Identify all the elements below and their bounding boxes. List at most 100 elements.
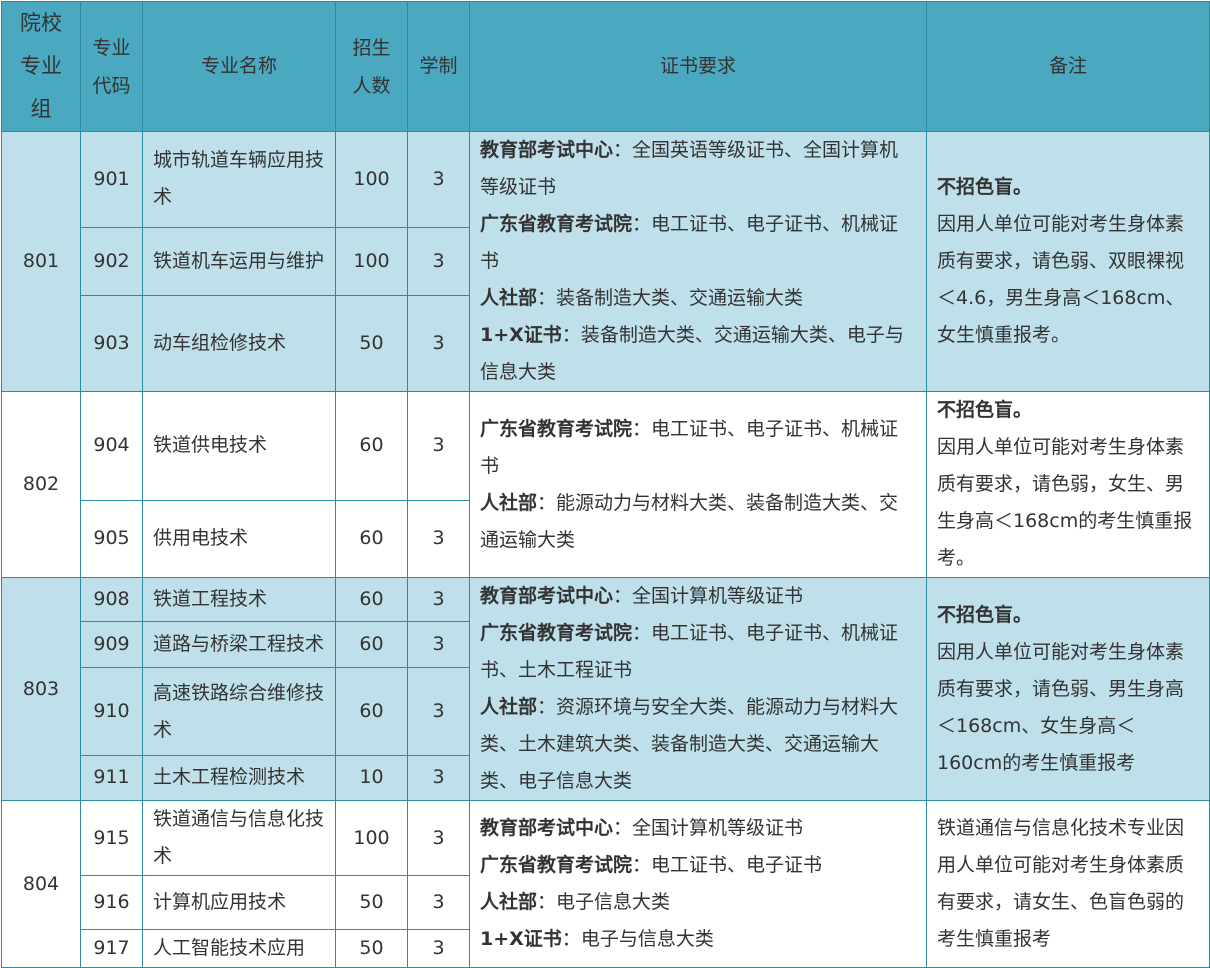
cert-line: 广东省教育考试院：电工证书、电子证书、机械证书 (480, 206, 916, 280)
years-cell: 3 (407, 576, 470, 623)
quota-cell: 60 (335, 576, 408, 623)
cert-org: 广东省教育考试院 (480, 622, 633, 644)
note-cell: 不招色盲。因用人单位可能对考生身体素质有要求，请色弱，女生、男生身高＜168cm… (926, 391, 1210, 578)
quota-cell: 10 (335, 754, 408, 802)
note-text: 铁道通信与信息化技术专业因用人单位可能对考生身体素质有要求，请女生、色盲色弱的考… (937, 817, 1185, 950)
cert-sep: ： (632, 417, 652, 440)
cert-sep: ： (561, 928, 581, 950)
code-cell: 901 (80, 131, 143, 228)
cert-org: 广东省教育考试院 (480, 417, 633, 440)
note-cell: 不招色盲。因用人单位可能对考生身体素质有要求，请色弱、双眼裸视＜4.6，男生身高… (926, 131, 1210, 392)
name-cell: 计算机应用技术 (142, 875, 336, 930)
table-body: 801 901 城市轨道车辆应用技术 100 3 教育部考试中心：全国英语等级证书、全国计… (1, 131, 1210, 968)
code-cell: 911 (80, 754, 143, 802)
cert-line: 人社部：能源动力与材料大类、装备制造大类、交通运输大类 (480, 485, 916, 559)
note-text: 因用人单位可能对考生身体素质有要求，请色弱、男生身高＜168cm、女生身高＜16… (937, 640, 1185, 774)
header-note: 备注 (926, 1, 1210, 132)
cert-sep: ： (561, 324, 581, 346)
cert-line: 1+X证书：电子与信息大类 (480, 921, 916, 958)
quota-cell: 60 (335, 621, 408, 669)
cert-sep: ： (613, 817, 633, 839)
quota-cell: 50 (335, 875, 408, 930)
years-cell: 3 (407, 226, 470, 297)
name-cell: 铁道通信与信息化技术 (142, 800, 336, 876)
cert-line: 人社部：电子信息大类 (480, 884, 916, 921)
cert-line: 广东省教育考试院：电工证书、电子证书、机械证书、土木工程证书 (480, 615, 916, 689)
name-cell: 铁道供电技术 (142, 391, 336, 501)
table-row: 804 915 铁道通信与信息化技术 100 3 教育部考试中心：全国计算机等级证书 广东省… (1, 800, 1210, 968)
years-cell: 3 (407, 131, 470, 228)
cert-org: 1+X证书 (480, 324, 562, 346)
cert-sep: ： (537, 696, 557, 718)
note-strong: 不招色盲。 (937, 399, 1033, 421)
cert-text: 电子信息大类 (556, 891, 671, 913)
cert-line: 广东省教育考试院：电工证书、电子证书、机械证书 (480, 411, 916, 485)
code-cell: 902 (80, 226, 143, 297)
code-cell: 910 (80, 667, 143, 756)
cert-sep: ： (537, 891, 557, 913)
code-cell: 915 (80, 800, 143, 876)
years-cell: 3 (407, 499, 470, 579)
cert-org: 人社部 (480, 287, 538, 309)
name-cell: 铁道工程技术 (142, 576, 336, 623)
quota-cell: 60 (335, 391, 408, 501)
quota-cell: 60 (335, 499, 408, 579)
table-row: 801 901 城市轨道车辆应用技术 100 3 教育部考试中心：全国英语等级证书、全国计… (1, 131, 1210, 392)
quota-cell: 50 (335, 929, 408, 968)
name-cell: 铁道机车运用与维护 (142, 226, 336, 297)
cert-text: 电子与信息大类 (580, 928, 714, 950)
cert-cell: 教育部考试中心：全国计算机等级证书 广东省教育考试院：电工证书、电子证书 人社部：电… (469, 800, 927, 968)
note-text: 因用人单位可能对考生身体素质有要求，请色弱，女生、男生身高＜168cm的考生慎重… (937, 436, 1193, 569)
table-row: 802 904 铁道供电技术 60 3 广东省教育考试院：电工证书、电子证书、机械证书 人社… (1, 391, 1210, 578)
cert-org: 教育部考试中心 (480, 817, 614, 839)
cert-sep: ： (613, 139, 633, 161)
years-cell: 3 (407, 929, 470, 968)
years-cell: 3 (407, 295, 470, 392)
cert-line: 教育部考试中心：全国英语等级证书、全国计算机等级证书 (480, 132, 916, 206)
cert-org: 教育部考试中心 (480, 139, 614, 161)
name-cell: 人工智能技术应用 (142, 929, 336, 968)
cert-org: 教育部考试中心 (480, 585, 614, 607)
name-cell: 道路与桥梁工程技术 (142, 621, 336, 669)
cert-sep: ： (632, 622, 652, 644)
code-cell: 916 (80, 875, 143, 930)
cert-line: 教育部考试中心：全国计算机等级证书 (480, 578, 916, 615)
cert-line: 教育部考试中心：全国计算机等级证书 (480, 810, 916, 847)
cert-cell: 教育部考试中心：全国计算机等级证书 广东省教育考试院：电工证书、电子证书、机械证书… (469, 577, 927, 801)
cert-line: 广东省教育考试院：电工证书、电子证书 (480, 847, 916, 884)
years-cell: 3 (407, 667, 470, 756)
note-text: 因用人单位可能对考生身体素质有要求，请色弱、双眼裸视＜4.6，男生身高＜168c… (937, 213, 1185, 346)
header-row: 院校专业组 专业代码 专业名称 招生人数 学制 证书要求 备注 (1, 1, 1210, 132)
header-code: 专业代码 (80, 1, 143, 132)
table-row: 803 908 铁道工程技术 60 3 教育部考试中心：全国计算机等级证书 广东省教育考试院… (1, 576, 1210, 801)
cert-sep: ： (537, 491, 557, 514)
header-quota: 招生人数 (335, 1, 408, 132)
cert-org: 人社部 (480, 891, 538, 913)
code-cell: 909 (80, 621, 143, 669)
cert-text: 全国计算机等级证书 (632, 585, 804, 607)
cert-org: 人社部 (480, 696, 538, 718)
code-cell: 903 (80, 295, 143, 392)
header-name: 专业名称 (142, 1, 336, 132)
note-cell: 铁道通信与信息化技术专业因用人单位可能对考生身体素质有要求，请女生、色盲色弱的考… (926, 800, 1210, 968)
years-cell: 3 (407, 800, 470, 876)
note-strong: 不招色盲。 (937, 176, 1033, 198)
cert-text: 全国计算机等级证书 (632, 817, 804, 839)
code-cell: 908 (80, 576, 143, 623)
code-cell: 904 (80, 391, 143, 501)
quota-cell: 50 (335, 295, 408, 392)
admission-table: 院校专业组 专业代码 专业名称 招生人数 学制 证书要求 备注 801 901 城市… (1, 1, 1210, 968)
name-cell: 供用电技术 (142, 499, 336, 579)
quota-cell: 100 (335, 800, 408, 876)
header-group: 院校专业组 (1, 1, 81, 132)
years-cell: 3 (407, 875, 470, 930)
cert-line: 1+X证书：装备制造大类、交通运输大类、电子与信息大类 (480, 317, 916, 391)
cert-text: 装备制造大类、交通运输大类 (556, 287, 804, 309)
group-cell: 803 (1, 577, 81, 801)
name-cell: 高速铁路综合维修技术 (142, 667, 336, 756)
cert-cell: 教育部考试中心：全国英语等级证书、全国计算机等级证书 广东省教育考试院：电工证书、… (469, 131, 927, 392)
header-years: 学制 (407, 1, 470, 132)
cert-line: 人社部：装备制造大类、交通运输大类 (480, 280, 916, 317)
cert-sep: ： (613, 585, 633, 607)
cert-sep: ： (537, 287, 557, 309)
